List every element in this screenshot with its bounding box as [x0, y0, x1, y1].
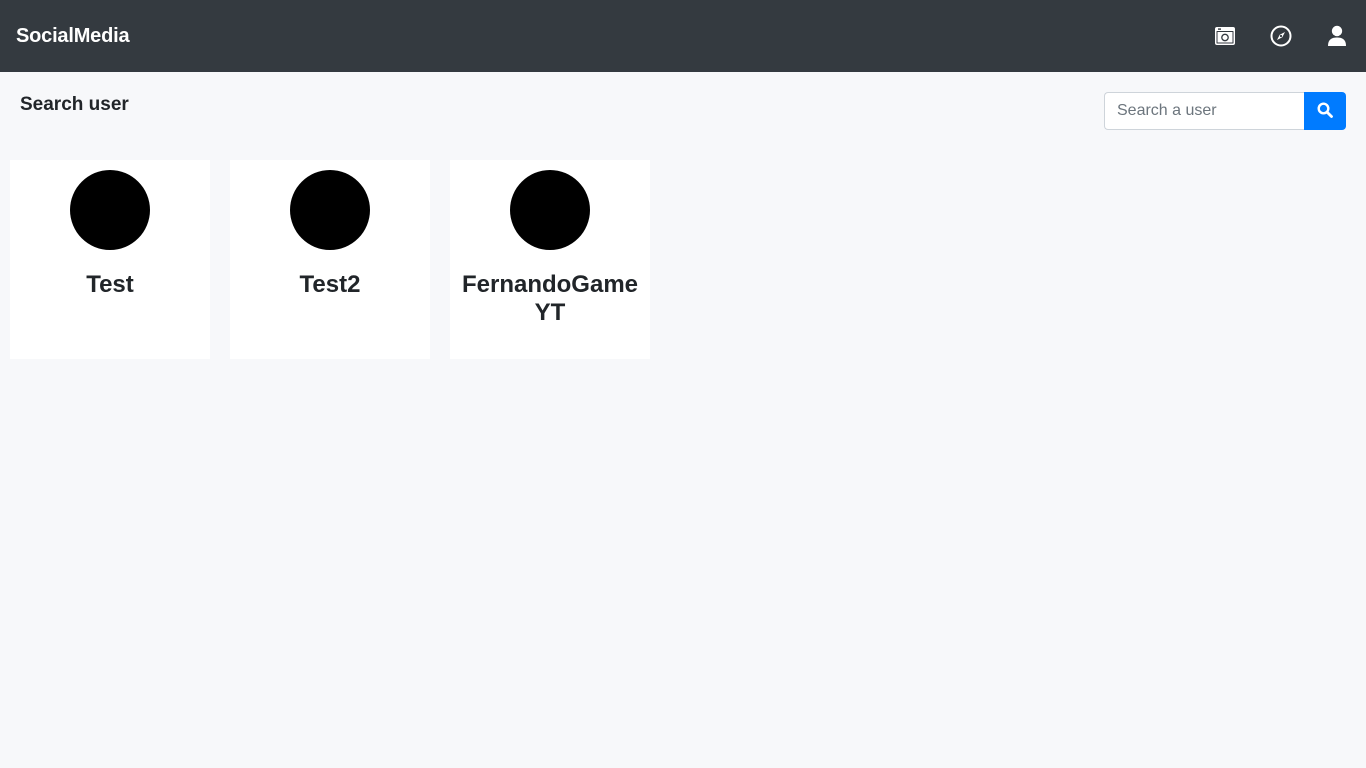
user-card[interactable]: Test2 [230, 160, 430, 359]
brand-logo[interactable]: SocialMedia [16, 25, 130, 48]
user-name[interactable]: FernandoGameYT [460, 271, 640, 327]
search-group [1104, 92, 1346, 130]
user-name[interactable]: Test2 [240, 271, 420, 299]
user-card[interactable]: FernandoGameYT [450, 160, 650, 359]
avatar[interactable] [510, 170, 590, 250]
search-button[interactable] [1304, 92, 1346, 130]
compass-icon[interactable] [1268, 23, 1294, 49]
nav-icons [1212, 23, 1350, 49]
user-icon[interactable] [1324, 23, 1350, 49]
page-title: Search user [20, 94, 129, 115]
user-results: Test Test2 FernandoGameYT [10, 160, 670, 359]
avatar[interactable] [290, 170, 370, 250]
avatar[interactable] [70, 170, 150, 250]
user-card[interactable]: Test [10, 160, 210, 359]
user-name[interactable]: Test [20, 271, 200, 299]
gallery-icon[interactable] [1212, 23, 1238, 49]
search-input[interactable] [1104, 92, 1304, 130]
search-icon [1317, 101, 1333, 121]
top-navbar: SocialMedia [0, 0, 1366, 72]
